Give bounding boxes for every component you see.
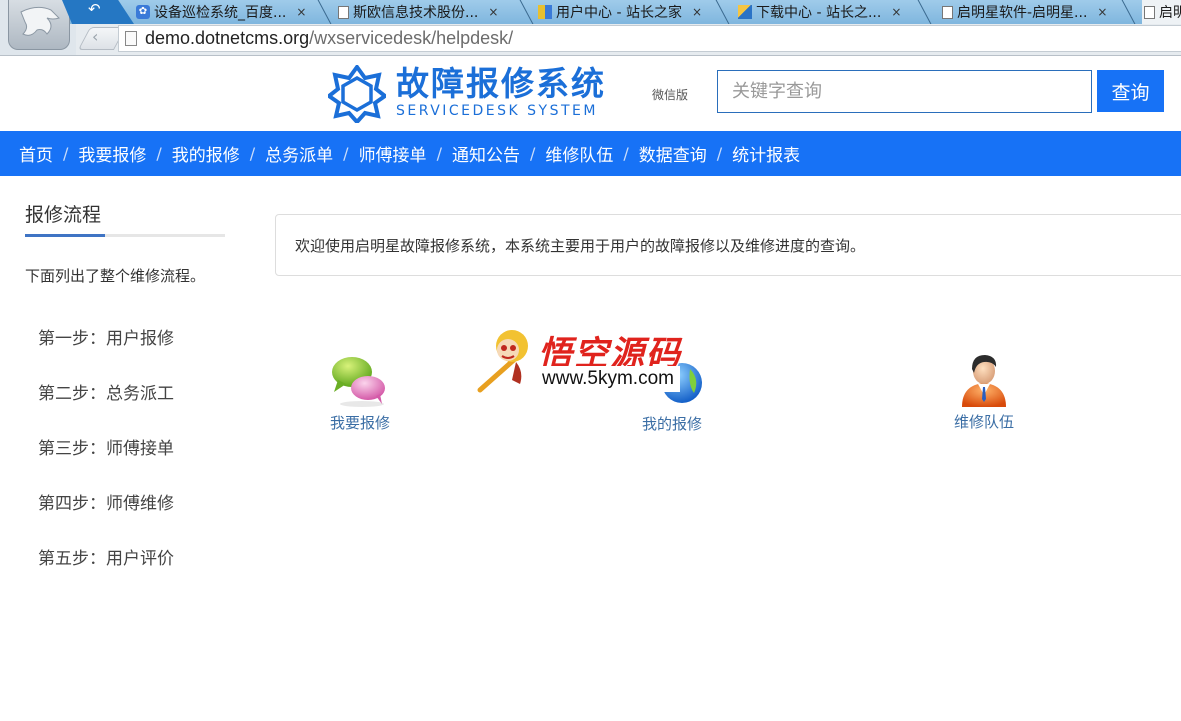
cheetah-logo-icon: [20, 6, 60, 36]
shortcut-submit-repair[interactable]: 我要报修: [330, 354, 390, 433]
search-button[interactable]: 查询: [1097, 70, 1164, 112]
person-icon: [962, 355, 1006, 407]
nav-item-dispatch[interactable]: 总务派单: [265, 141, 333, 166]
site-logo[interactable]: 故障报修系统 SERVICEDESK SYSTEM: [328, 65, 606, 123]
nav-item-accept-orders[interactable]: 师傅接单: [359, 141, 427, 166]
monkey-mascot-icon: [477, 330, 528, 393]
process-step: 第一步：用户报修: [38, 329, 174, 349]
tab-divider: [716, 0, 730, 24]
page-icon: [338, 5, 349, 19]
page-icon: [942, 5, 953, 19]
url-host: demo.dotnetcms.org: [145, 28, 310, 48]
site-icon: [538, 5, 552, 19]
star-logo-icon: [328, 65, 386, 123]
browser-tab-active[interactable]: 启明: [1142, 0, 1181, 24]
process-sidebar: 报修流程 下面列出了整个维修流程。 第一步：用户报修 第二步：总务派工 第三步：…: [25, 200, 225, 599]
brand-title: 故障报修系统: [396, 64, 606, 103]
close-icon[interactable]: ×: [1097, 5, 1107, 19]
browser-tab[interactable]: 启明星软件-启明星... ×: [942, 0, 1107, 24]
process-step: 第二步：总务派工: [38, 384, 174, 404]
nav-item-notices[interactable]: 通知公告: [452, 141, 520, 166]
welcome-text: 欢迎使用启明星故障报修系统，本系统主要用于用户的故障报修以及维修进度的查询。: [295, 236, 866, 255]
close-icon[interactable]: ×: [692, 5, 702, 19]
url-path: /wxservicedesk/helpdesk/: [309, 28, 514, 48]
process-step: 第四步：师傅维修: [38, 494, 174, 514]
search-input[interactable]: [717, 70, 1092, 113]
close-icon[interactable]: ×: [296, 5, 306, 19]
welcome-panel: 欢迎使用启明星故障报修系统，本系统主要用于用户的故障报修以及维修进度的查询。: [275, 214, 1181, 276]
sidebar-title-underline: [25, 234, 225, 237]
browser-tab[interactable]: 用户中心 - 站长之家 ×: [538, 0, 702, 24]
chat-bubbles-icon: [332, 357, 385, 407]
browser-tab[interactable]: 斯欧信息技术股份... ×: [338, 0, 498, 24]
nav-separator: /: [63, 144, 69, 163]
address-bar[interactable]: demo.dotnetcms.org/wxservicedesk/helpdes…: [118, 25, 1181, 52]
tab-title: 启明星软件-启明星...: [957, 5, 1088, 21]
brand-subtitle: SERVICEDESK SYSTEM: [396, 103, 598, 119]
shortcut-label: 维修队伍: [954, 413, 1015, 431]
paw-icon: ✿: [136, 5, 150, 19]
tab-divider: [520, 0, 534, 24]
wechat-version-link[interactable]: 微信版: [652, 86, 688, 103]
nav-separator: /: [343, 144, 349, 163]
process-step: 第三步：师傅接单: [38, 439, 174, 459]
tab-divider: [1122, 0, 1136, 24]
tab-title: 斯欧信息技术股份...: [353, 5, 479, 21]
undo-icon: ↶: [88, 0, 101, 18]
browser-tab[interactable]: 下载中心 - 站长之... ×: [738, 0, 901, 24]
nav-item-submit-repair[interactable]: 我要报修: [78, 141, 146, 166]
nav-separator: /: [249, 144, 256, 163]
main-nav: 首页 / 我要报修 / 我的报修 / 总务派单 / 师傅接单 / 通知公告 / …: [0, 131, 1181, 176]
nav-separator: /: [436, 144, 442, 163]
nav-item-repair-team[interactable]: 维修队伍: [545, 141, 613, 166]
watermark-url: www.5kym.com: [536, 366, 680, 392]
shortcut-repair-team[interactable]: 维修队伍: [954, 351, 1014, 432]
browser-chrome: ↶ ✿ 设备巡检系统_百度... × 斯欧信息技术股份... × 用户中心 - …: [0, 0, 1181, 56]
nav-separator: /: [529, 144, 536, 163]
nav-separator: /: [156, 144, 162, 163]
nav-item-home[interactable]: 首页: [19, 141, 53, 166]
process-step: 第五步：用户评价: [38, 549, 174, 569]
tab-title: 启明: [1159, 5, 1181, 21]
close-icon[interactable]: ×: [891, 5, 901, 19]
shortcut-label: 我的报修: [642, 415, 703, 433]
nav-separator: /: [623, 144, 629, 163]
tab-title: 用户中心 - 站长之家: [556, 5, 682, 21]
chevron-left-icon: ‹: [92, 27, 99, 46]
site-header: 故障报修系统 SERVICEDESK SYSTEM 微信版 查询: [0, 56, 1181, 131]
watermark-overlay: 悟空源码 www.5kym.com: [476, 322, 708, 394]
tab-title: 设备巡检系统_百度...: [154, 5, 287, 21]
nav-item-my-repairs[interactable]: 我的报修: [172, 141, 240, 166]
nav-separator: /: [716, 144, 723, 163]
close-icon[interactable]: ×: [488, 5, 498, 19]
shortcut-label: 我要报修: [330, 414, 391, 432]
tab-title: 下载中心 - 站长之...: [756, 5, 882, 21]
tab-divider: [318, 0, 332, 24]
page-icon: [125, 31, 137, 46]
download-site-icon: [738, 5, 752, 19]
sidebar-title: 报修流程: [25, 204, 102, 226]
browser-menu-button[interactable]: [8, 0, 70, 50]
process-steps: 第一步：用户报修 第二步：总务派工 第三步：师傅接单 第四步：师傅维修 第五步：…: [25, 324, 225, 599]
tab-divider: [918, 0, 932, 24]
browser-tab[interactable]: ✿ 设备巡检系统_百度... ×: [136, 0, 306, 24]
page-icon: [1144, 5, 1155, 19]
sidebar-description: 下面列出了整个维修流程。: [25, 267, 206, 285]
nav-item-reports[interactable]: 统计报表: [732, 141, 800, 166]
nav-item-data-query[interactable]: 数据查询: [639, 141, 707, 166]
